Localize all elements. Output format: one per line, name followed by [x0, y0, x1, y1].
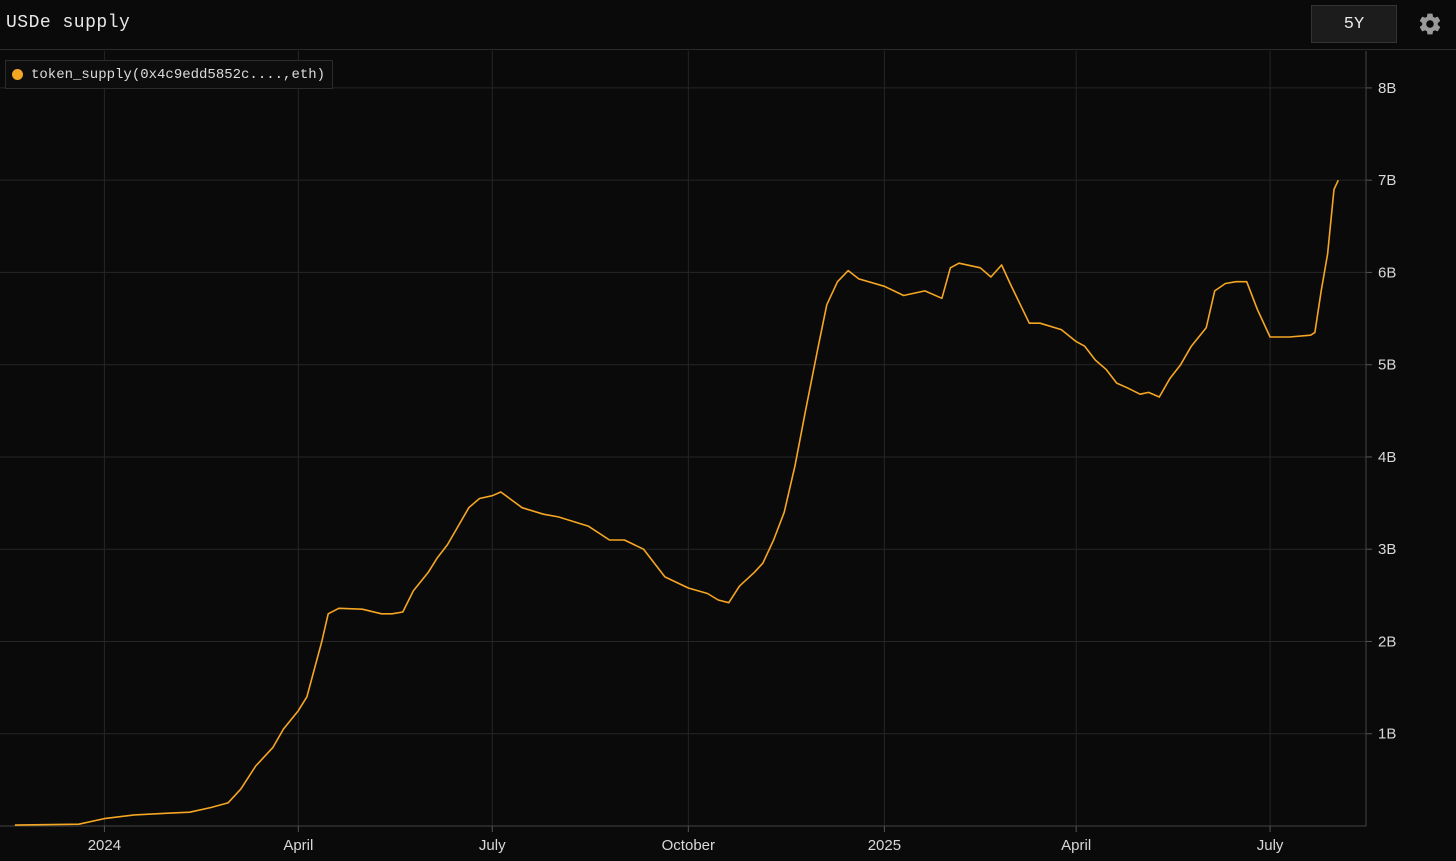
legend[interactable]: token_supply(0x4c9edd5852c....,eth) [5, 60, 334, 89]
x-tick-label: 2024 [88, 837, 121, 854]
x-tick-label: April [1061, 837, 1091, 854]
y-tick-label: 1B [1378, 726, 1396, 743]
legend-swatch [12, 69, 23, 80]
y-tick-label: 6B [1378, 264, 1396, 281]
series-layer [14, 179, 1340, 826]
x-tick-label: 2025 [868, 837, 901, 854]
x-tick-label: April [283, 837, 313, 854]
grid-lines [0, 51, 1366, 826]
y-tick-label: 2B [1378, 633, 1396, 650]
page-title: USDe supply [6, 13, 131, 33]
axes [0, 51, 1372, 832]
tick-labels: 1B 2B 3B 4B 5B 6B 7B 8B 2024 April July October 2025… [88, 80, 1397, 854]
y-tick-label: 8B [1378, 80, 1396, 97]
y-tick-label: 4B [1378, 449, 1396, 466]
x-tick-label: October [662, 837, 715, 854]
chart-header: USDe supply 5Y [0, 0, 1456, 50]
y-tick-label: 7B [1378, 172, 1396, 189]
y-tick-label: 3B [1378, 541, 1396, 558]
x-tick-label: July [479, 837, 506, 854]
gear-icon[interactable] [1417, 11, 1443, 37]
time-range-button[interactable]: 5Y [1311, 5, 1397, 43]
x-tick-label: July [1257, 837, 1284, 854]
y-tick-label: 5B [1378, 357, 1396, 374]
series-line [14, 179, 1340, 826]
supply-line-chart: 1B 2B 3B 4B 5B 6B 7B 8B 2024 April July October 2025… [0, 51, 1397, 854]
legend-series-name: token_supply(0x4c9edd5852c....,eth) [31, 66, 326, 83]
